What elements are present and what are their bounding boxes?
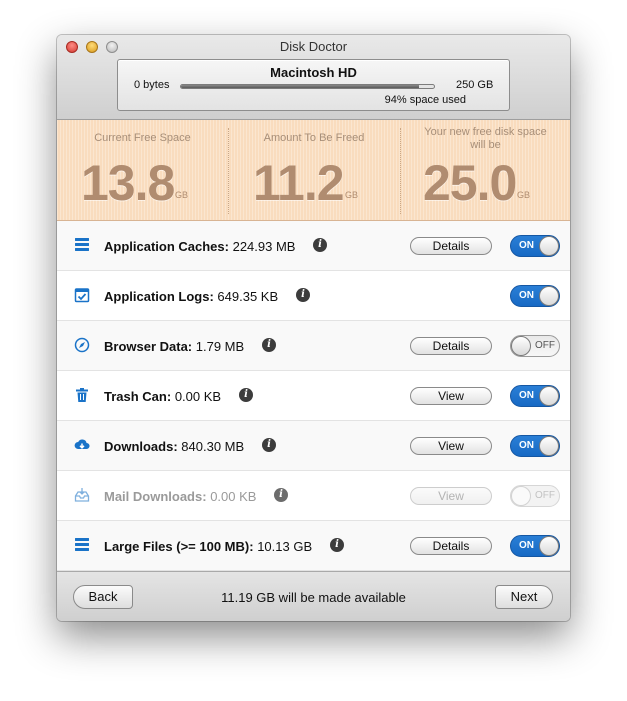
disk-doctor-window: Disk Doctor Macintosh HD 0 bytes 250 GB … <box>57 35 570 621</box>
list-item: Large Files (>= 100 MB): 10.13 GB i Detail… <box>57 521 570 571</box>
disk-usage-bar <box>180 84 435 89</box>
details-button[interactable]: Details <box>410 537 492 555</box>
category-name: Application Caches: <box>104 239 229 254</box>
category-size: 0.00 KB <box>174 389 222 404</box>
stat-new-free-space: Your new free disk space will be 25.0 GB <box>401 120 570 220</box>
info-icon[interactable]: i <box>296 288 310 302</box>
category-toggle[interactable]: OFF <box>510 485 560 507</box>
toggle-state-label: ON <box>519 290 534 301</box>
details-button[interactable]: Details <box>410 237 492 255</box>
category-size: 1.79 MB <box>195 339 245 354</box>
disk-usage-fill <box>181 85 419 88</box>
info-icon[interactable]: i <box>274 488 288 502</box>
category-size: 0.00 KB <box>210 489 257 504</box>
next-button[interactable]: Next <box>495 585 553 609</box>
stat-label: Amount To Be Freed <box>263 132 365 144</box>
row-label: Trash Can: 0.00 KB <box>104 389 221 404</box>
info-icon[interactable]: i <box>262 338 276 352</box>
view-button[interactable]: View <box>410 387 492 405</box>
stat-unit: GB <box>517 190 531 200</box>
disk-max-label: 250 GB <box>456 79 494 91</box>
category-size: 649.35 KB <box>217 289 279 304</box>
toggle-state-label: ON <box>519 440 534 451</box>
row-label: Application Logs: 649.35 KB <box>104 289 278 304</box>
info-icon[interactable]: i <box>330 538 344 552</box>
info-icon[interactable]: i <box>313 238 327 252</box>
stack-icon <box>74 237 90 253</box>
info-icon[interactable]: i <box>262 438 276 452</box>
info-icon[interactable]: i <box>239 388 253 402</box>
disk-used-label: 94% space used <box>384 94 466 106</box>
toggle-knob <box>511 336 531 356</box>
stat-value: 11.2 <box>253 155 345 211</box>
toggle-knob <box>539 286 559 306</box>
view-button[interactable]: View <box>410 437 492 455</box>
category-toggle[interactable]: ON <box>510 535 560 557</box>
disk-usage-panel: Macintosh HD 0 bytes 250 GB 94% space us… <box>117 59 510 111</box>
row-label: Browser Data: 1.79 MB <box>104 339 244 354</box>
category-name: Mail Downloads: <box>104 489 207 504</box>
category-toggle[interactable]: ON <box>510 235 560 257</box>
category-toggle[interactable]: ON <box>510 435 560 457</box>
toggle-knob <box>539 536 559 556</box>
stat-label: Your new free disk space will be <box>424 126 547 151</box>
space-summary-panel: Current Free Space 13.8 GB Amount To Be … <box>57 120 570 221</box>
list-item: Application Logs: 649.35 KB i ON <box>57 271 570 321</box>
cloud-download-icon <box>74 437 90 453</box>
category-name: Downloads: <box>104 439 178 454</box>
row-label: Large Files (>= 100 MB): 10.13 GB <box>104 539 312 554</box>
list-item: Downloads: 840.30 MB i View ON <box>57 421 570 471</box>
category-size: 840.30 MB <box>181 439 245 454</box>
toggle-state-label: ON <box>519 240 534 251</box>
trash-icon <box>74 387 90 403</box>
toggle-state-label: OFF <box>535 490 555 501</box>
calendar-check-icon <box>74 287 90 303</box>
stat-value: 13.8 <box>81 155 175 211</box>
stat-unit: GB <box>345 190 359 200</box>
row-label: Application Caches: 224.93 MB <box>104 239 295 254</box>
toggle-knob <box>511 486 531 506</box>
category-toggle[interactable]: ON <box>510 285 560 307</box>
category-size: 224.93 MB <box>232 239 296 254</box>
category-name: Large Files (>= 100 MB): <box>104 539 254 554</box>
mail-tray-icon <box>74 487 90 503</box>
stack-icon <box>74 537 90 553</box>
toggle-knob <box>539 236 559 256</box>
compass-icon <box>74 337 90 353</box>
stat-unit: GB <box>175 190 189 200</box>
freed-space-summary: 11.19 GB will be made available <box>221 590 406 605</box>
category-toggle[interactable]: ON <box>510 385 560 407</box>
bottom-bar: Back 11.19 GB will be made available Nex… <box>57 571 570 621</box>
category-name: Application Logs: <box>104 289 214 304</box>
list-item: Mail Downloads: 0.00 KB i View OFF <box>57 471 570 521</box>
toggle-knob <box>539 386 559 406</box>
cleanup-category-list: Application Caches: 224.93 MB i Details ON A… <box>57 221 570 571</box>
category-name: Browser Data: <box>104 339 193 354</box>
toggle-state-label: OFF <box>535 340 555 351</box>
row-label: Downloads: 840.30 MB <box>104 439 244 454</box>
row-label: Mail Downloads: 0.00 KB <box>104 489 256 504</box>
toggle-knob <box>539 436 559 456</box>
disk-name: Macintosh HD <box>270 65 357 80</box>
category-name: Trash Can: <box>104 389 172 404</box>
details-button[interactable]: Details <box>410 337 492 355</box>
stat-current-free-space: Current Free Space 13.8 GB <box>57 120 228 220</box>
stat-label: Current Free Space <box>94 132 191 144</box>
list-item: Trash Can: 0.00 KB i View ON <box>57 371 570 421</box>
category-size: 10.13 GB <box>257 539 313 554</box>
toggle-state-label: ON <box>519 540 534 551</box>
toggle-state-label: ON <box>519 390 534 401</box>
list-item: Browser Data: 1.79 MB i Details OFF <box>57 321 570 371</box>
disk-min-label: 0 bytes <box>134 79 170 91</box>
window-title: Disk Doctor <box>279 39 348 54</box>
list-item: Application Caches: 224.93 MB i Details ON <box>57 221 570 271</box>
stat-value: 25.0 <box>423 155 517 211</box>
category-toggle[interactable]: OFF <box>510 335 560 357</box>
view-button[interactable]: View <box>410 487 492 505</box>
stat-amount-to-be-freed: Amount To Be Freed 11.2 GB <box>229 120 399 220</box>
title-bar: Disk Doctor Macintosh HD 0 bytes 250 GB … <box>57 35 570 120</box>
